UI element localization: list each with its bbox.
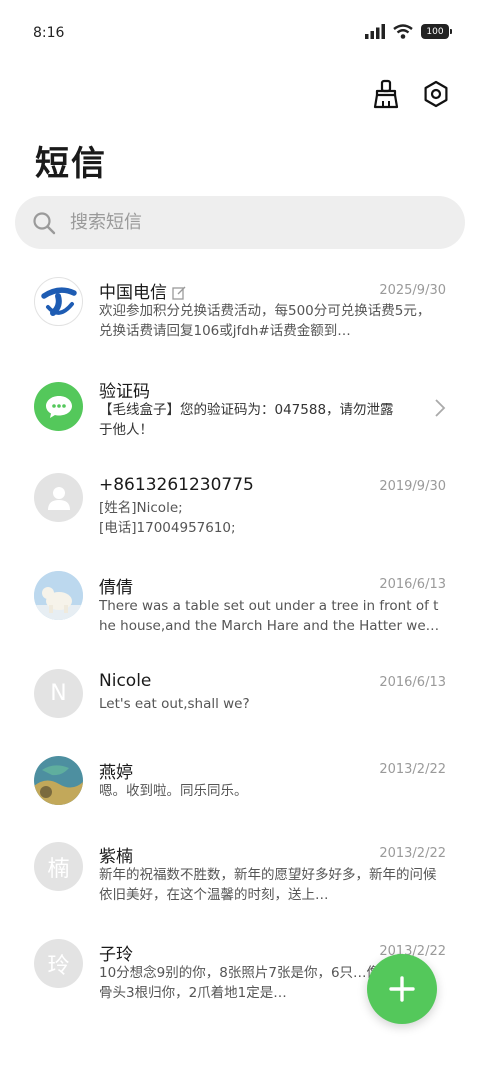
landscape-photo-icon: [34, 756, 83, 805]
clean-button[interactable]: [370, 78, 402, 110]
conversation-preview: There was a table set out under a tree i…: [99, 598, 439, 634]
avatar-letter-text: 玲: [47, 953, 70, 979]
search-input[interactable]: [68, 211, 432, 234]
search-icon: [33, 211, 56, 234]
status-icons: 100: [365, 24, 452, 39]
china-telecom-logo-icon: [34, 277, 83, 326]
conversation-item[interactable]: 燕婷 2013/2/22 嗯。收到啦。同乐同乐。: [0, 746, 480, 841]
conversation-date: 2013/2/22: [379, 762, 446, 777]
conversation-item[interactable]: +8613261230775 2019/9/30 [姓名]Nicole; [电话…: [0, 465, 480, 560]
conversation-item[interactable]: 楠 紫楠 2013/2/22 新年的祝福数不胜数，新年的愿望好多好多，新年的问候…: [0, 832, 480, 927]
conversation-name: Nicole: [99, 671, 152, 691]
avatar-letter-text: N: [50, 681, 67, 706]
conversation-date: 2013/2/22: [379, 846, 446, 861]
conversation-name-text: 中国电信: [99, 283, 167, 303]
status-time: 8:16: [33, 25, 65, 41]
new-message-button[interactable]: [367, 954, 437, 1024]
chevron-right-icon: [435, 399, 446, 417]
conversation-preview: [姓名]Nicole; [电话]17004957610;: [99, 500, 236, 536]
conversation-item[interactable]: 中国电信 2025/9/30 欢迎参加积分兑换话费活动，每500分可兑换话费5元…: [0, 269, 480, 364]
conversation-item[interactable]: 倩倩 2016/6/13 There was a table set out u…: [0, 563, 480, 658]
conversation-item[interactable]: 验证码 【毛线盒子】您的验证码为：047588，请勿泄露于他人！: [0, 367, 480, 462]
polar-bear-photo-icon: [34, 571, 83, 620]
conversation-preview: Let's eat out,shall we?: [99, 696, 250, 712]
conversation-date: 2016/6/13: [379, 675, 446, 690]
conversation-name: +8613261230775: [99, 475, 254, 495]
conversation-date: 2019/9/30: [379, 479, 446, 494]
settings-icon: [424, 80, 448, 108]
battery-level: 100: [426, 26, 444, 37]
conversation-date: 2016/6/13: [379, 577, 446, 592]
signal-icon: [365, 24, 385, 39]
conversation-preview: 欢迎参加积分兑换话费活动，每500分可兑换话费5元，兑换话费请回复106或jfd…: [99, 303, 431, 339]
conversation-name: 倩倩: [99, 578, 133, 598]
message-bubble-icon: [34, 382, 83, 431]
status-bar: 8:16 100: [0, 0, 480, 60]
conversation-preview: 嗯。收到啦。同乐同乐。: [99, 783, 248, 799]
avatar-letter: N: [34, 669, 83, 718]
conversation-name: 中国电信: [99, 278, 186, 303]
conversation-name: 燕婷: [99, 763, 133, 783]
conversation-name: 子玲: [99, 945, 133, 965]
top-actions: [370, 78, 452, 110]
page-title: 短信: [35, 144, 107, 184]
conversation-date: 2025/9/30: [379, 283, 446, 298]
broom-icon: [373, 79, 399, 109]
conversation-name: 验证码: [99, 382, 150, 402]
avatar-letter: 楠: [34, 842, 83, 891]
person-icon: [34, 473, 83, 522]
conversation-preview: 新年的祝福数不胜数，新年的愿望好多好多，新年的问候依旧美好，在这个温馨的时刻，送…: [99, 867, 437, 903]
conversation-preview: 【毛线盒子】您的验证码为：047588，请勿泄露于他人！: [99, 402, 394, 438]
conversation-item[interactable]: N Nicole 2016/6/13 Let's eat out,shall w…: [0, 661, 480, 756]
settings-button[interactable]: [420, 78, 452, 110]
plus-icon: [389, 976, 415, 1002]
conversation-name: 紫楠: [99, 847, 133, 867]
wifi-icon: [393, 24, 413, 39]
battery-icon: 100: [421, 24, 452, 39]
draft-edit-icon: [172, 286, 186, 300]
search-bar[interactable]: [15, 196, 465, 249]
avatar-letter: 玲: [34, 939, 83, 988]
avatar-letter-text: 楠: [47, 856, 70, 882]
